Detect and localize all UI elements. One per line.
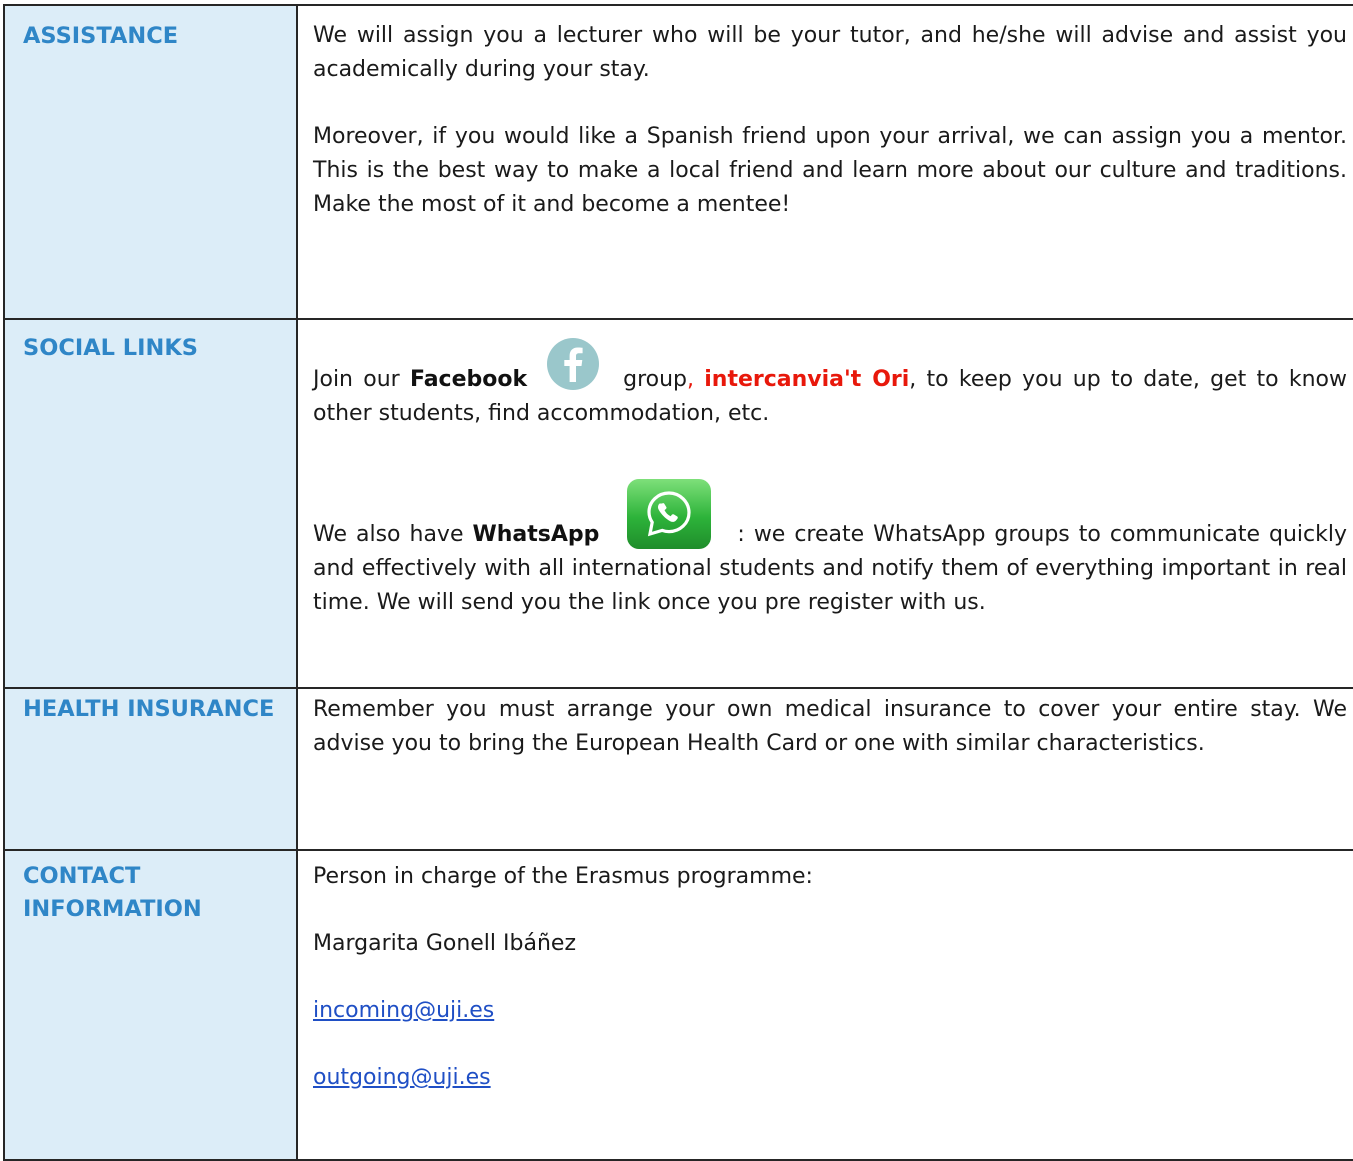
contact-information-body-cell: Person in charge of the Erasmus programm… [296, 849, 1353, 1161]
info-table: ASSISTANCE We will assign you a lecturer… [3, 4, 1353, 1161]
incoming-email-link[interactable]: incoming@uji.es [313, 998, 494, 1023]
assistance-label-cell: ASSISTANCE [3, 4, 298, 320]
contact-information-label-cell: CONTACT INFORMATION [3, 849, 298, 1161]
facebook-prefix-text: Join our [313, 367, 410, 392]
facebook-paragraph: Join our Facebook group, intercanvia't Or… [298, 320, 1353, 431]
contact-email-incoming-line: incoming@uji.es [298, 961, 1353, 1028]
health-insurance-body-cell: Remember you must arrange your own medic… [296, 687, 1353, 851]
facebook-group-name: intercanvia't Ori [704, 367, 910, 392]
outgoing-email-link[interactable]: outgoing@uji.es [313, 1065, 491, 1090]
facebook-icon[interactable] [547, 338, 600, 390]
assistance-label: ASSISTANCE [23, 23, 179, 49]
contact-email-outgoing-line: outgoing@uji.es [298, 1028, 1353, 1095]
whatsapp-paragraph: We also have WhatsApp: we create WhatsAp… [298, 431, 1353, 620]
facebook-group-word: group [623, 367, 688, 392]
social-links-body-cell: Join our Facebook group, intercanvia't Or… [296, 318, 1353, 689]
health-insurance-label: HEALTH INSURANCE [23, 696, 275, 722]
assistance-body-cell: We will assign you a lecturer who will b… [296, 4, 1353, 320]
table-row-contact-information: CONTACT INFORMATION Person in charge of … [3, 849, 1353, 1161]
whatsapp-keyword: WhatsApp [472, 522, 600, 547]
table-row-health-insurance: HEALTH INSURANCE Remember you must arran… [3, 687, 1353, 851]
table-row-assistance: ASSISTANCE We will assign you a lecturer… [3, 4, 1353, 320]
assistance-paragraph-tutor: We will assign you a lecturer who will b… [313, 23, 1347, 82]
facebook-keyword: Facebook [409, 367, 528, 392]
assistance-paragraph-mentor: Moreover, if you would like a Spanish fr… [313, 124, 1347, 217]
health-insurance-paragraph: Remember you must arrange your own medic… [313, 697, 1347, 756]
health-insurance-label-cell: HEALTH INSURANCE [3, 687, 298, 851]
whatsapp-prefix-text: We also have [313, 522, 473, 547]
facebook-comma: , [687, 367, 705, 392]
social-links-label-cell: SOCIAL LINKS [3, 318, 298, 689]
social-links-label: SOCIAL LINKS [23, 335, 198, 361]
contact-intro-text: Person in charge of the Erasmus programm… [313, 864, 813, 889]
table-row-social-links: SOCIAL LINKS Join our Facebook group, int… [3, 318, 1353, 689]
contact-person-name: Margarita Gonell Ibáñez [313, 931, 576, 956]
contact-information-label: CONTACT INFORMATION [23, 863, 202, 922]
whatsapp-icon[interactable] [627, 479, 712, 549]
